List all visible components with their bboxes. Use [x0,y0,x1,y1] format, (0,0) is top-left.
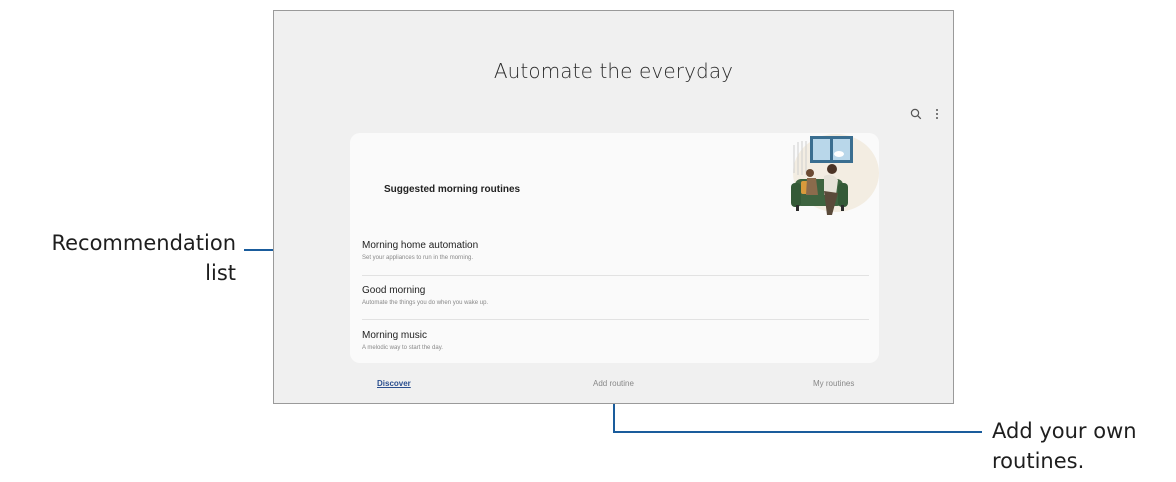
tab-my-routines[interactable]: My routines [813,379,854,388]
callout-recommendation-line2: list [205,261,236,285]
callout-add-routines: Add your own routines. [992,416,1137,476]
list-item[interactable]: Morning music A melodic way to start the… [362,330,869,374]
list-item-subtitle: Set your appliances to run in the mornin… [362,255,474,261]
list-item-subtitle: Automate the things you do when you wake… [362,300,489,306]
page-title: Automate the everyday [493,59,734,83]
list-item[interactable]: Morning home automation Set your applian… [362,240,869,284]
living-room-illustration [791,134,879,215]
list-item[interactable]: Good morning Automate the things you do … [362,285,869,329]
divider [362,275,869,276]
list-item-title: Morning home automation [362,240,479,251]
list-item-title: Morning music [362,330,428,341]
callout-recommendation-list: Recommendation list [0,228,236,288]
list-item-title: Good morning [362,285,426,296]
callout-add-line2: routines. [992,449,1085,473]
list-item-subtitle: A melodic way to start the day. [362,345,443,351]
more-vert-icon[interactable] [928,105,946,123]
recommendation-list: Suggested morning routines Morning home … [350,133,879,363]
tab-add-routine[interactable]: Add routine [593,379,634,388]
callout-recommendation-line1: Recommendation [51,231,236,255]
search-icon[interactable] [907,105,925,123]
callout-add-line1: Add your own [992,419,1137,443]
tab-discover[interactable]: Discover [377,379,411,388]
divider [362,319,869,320]
device-screen: Automate the everyday Suggested morning … [273,10,954,404]
recommendation-heading: Suggested morning routines [384,184,521,195]
